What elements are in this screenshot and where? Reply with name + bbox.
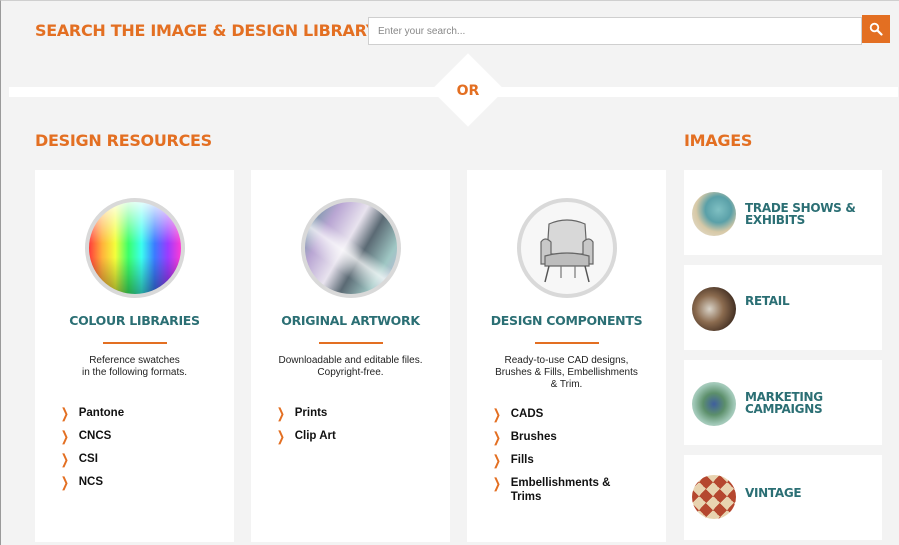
image-category-vintage[interactable]: VINTAGE [684, 455, 882, 540]
chevron-right-icon: ❯ [492, 429, 501, 445]
card-description: Ready-to-use CAD designs, Brushes & Fill… [495, 355, 638, 390]
card-description: Reference swatches in the following form… [81, 355, 188, 378]
link-embellishments-trims[interactable]: ❯ Embellishments & Trims [491, 476, 631, 504]
images-heading: IMAGES [684, 131, 753, 150]
card-colour-libraries: COLOUR LIBRARIES Reference swatches in t… [35, 170, 234, 542]
title-underline [318, 342, 383, 344]
search-input[interactable] [369, 18, 861, 44]
image-category-label: MARKETING CAMPAIGNS [745, 390, 823, 416]
link-prints[interactable]: ❯ Prints [275, 406, 336, 420]
title-underline [534, 342, 599, 344]
or-label: OR [456, 83, 480, 99]
card-description: Downloadable and editable files. Copyrig… [278, 355, 423, 378]
search-title: SEARCH THE IMAGE & DESIGN LIBRARY [35, 21, 378, 40]
vintage-thumbnail [692, 475, 736, 519]
link-brushes[interactable]: ❯ Brushes [491, 430, 631, 444]
image-category-marketing[interactable]: MARKETING CAMPAIGNS [684, 360, 882, 445]
chevron-right-icon: ❯ [492, 406, 501, 422]
image-category-label: VINTAGE [745, 486, 802, 500]
image-category-label: RETAIL [745, 294, 790, 308]
armchair-icon [539, 219, 594, 283]
card-design-components: DESIGN COMPONENTS Ready-to-use CAD desig… [467, 170, 666, 542]
colour-spectrum-image[interactable] [84, 198, 185, 298]
image-category-retail[interactable]: RETAIL [684, 265, 882, 350]
card-link-list: ❯ Prints ❯ Clip Art [275, 406, 336, 452]
link-csi[interactable]: ❯ CSI [59, 452, 124, 466]
link-pantone[interactable]: ❯ Pantone [59, 406, 124, 420]
chevron-right-icon: ❯ [60, 474, 69, 490]
title-underline [102, 342, 167, 344]
link-ncs[interactable]: ❯ NCS [59, 475, 124, 489]
retail-thumbnail [692, 287, 736, 331]
image-category-label: TRADE SHOWS & EXHIBITS [745, 201, 856, 227]
chevron-right-icon: ❯ [60, 428, 69, 444]
chevron-right-icon: ❯ [60, 451, 69, 467]
chevron-right-icon: ❯ [492, 475, 501, 491]
armchair-sketch-image[interactable] [516, 198, 617, 298]
card-title[interactable]: COLOUR LIBRARIES [35, 313, 234, 328]
marketing-thumbnail [692, 382, 736, 426]
card-title[interactable]: DESIGN COMPONENTS [467, 313, 666, 328]
card-original-artwork: ORIGINAL ARTWORK Downloadable and editab… [251, 170, 450, 542]
search-box[interactable] [368, 17, 862, 45]
link-cncs[interactable]: ❯ CNCS [59, 429, 124, 443]
design-resources-heading: DESIGN RESOURCES [35, 131, 212, 150]
chevron-right-icon: ❯ [276, 428, 285, 444]
card-link-list: ❯ Pantone ❯ CNCS ❯ CSI ❯ NCS [59, 406, 124, 498]
image-category-trade-shows[interactable]: TRADE SHOWS & EXHIBITS [684, 170, 882, 255]
chevron-right-icon: ❯ [60, 405, 69, 421]
search-icon [869, 22, 883, 36]
search-button[interactable] [862, 15, 890, 43]
link-clip-art[interactable]: ❯ Clip Art [275, 429, 336, 443]
link-fills[interactable]: ❯ Fills [491, 453, 631, 467]
trade-shows-thumbnail [692, 192, 736, 236]
artwork-image[interactable] [300, 198, 401, 298]
link-cads[interactable]: ❯ CADS [491, 407, 631, 421]
card-title[interactable]: ORIGINAL ARTWORK [251, 313, 450, 328]
chevron-right-icon: ❯ [492, 452, 501, 468]
card-link-list: ❯ CADS ❯ Brushes ❯ Fills ❯ Embellishments & … [491, 407, 631, 513]
chevron-right-icon: ❯ [276, 405, 285, 421]
